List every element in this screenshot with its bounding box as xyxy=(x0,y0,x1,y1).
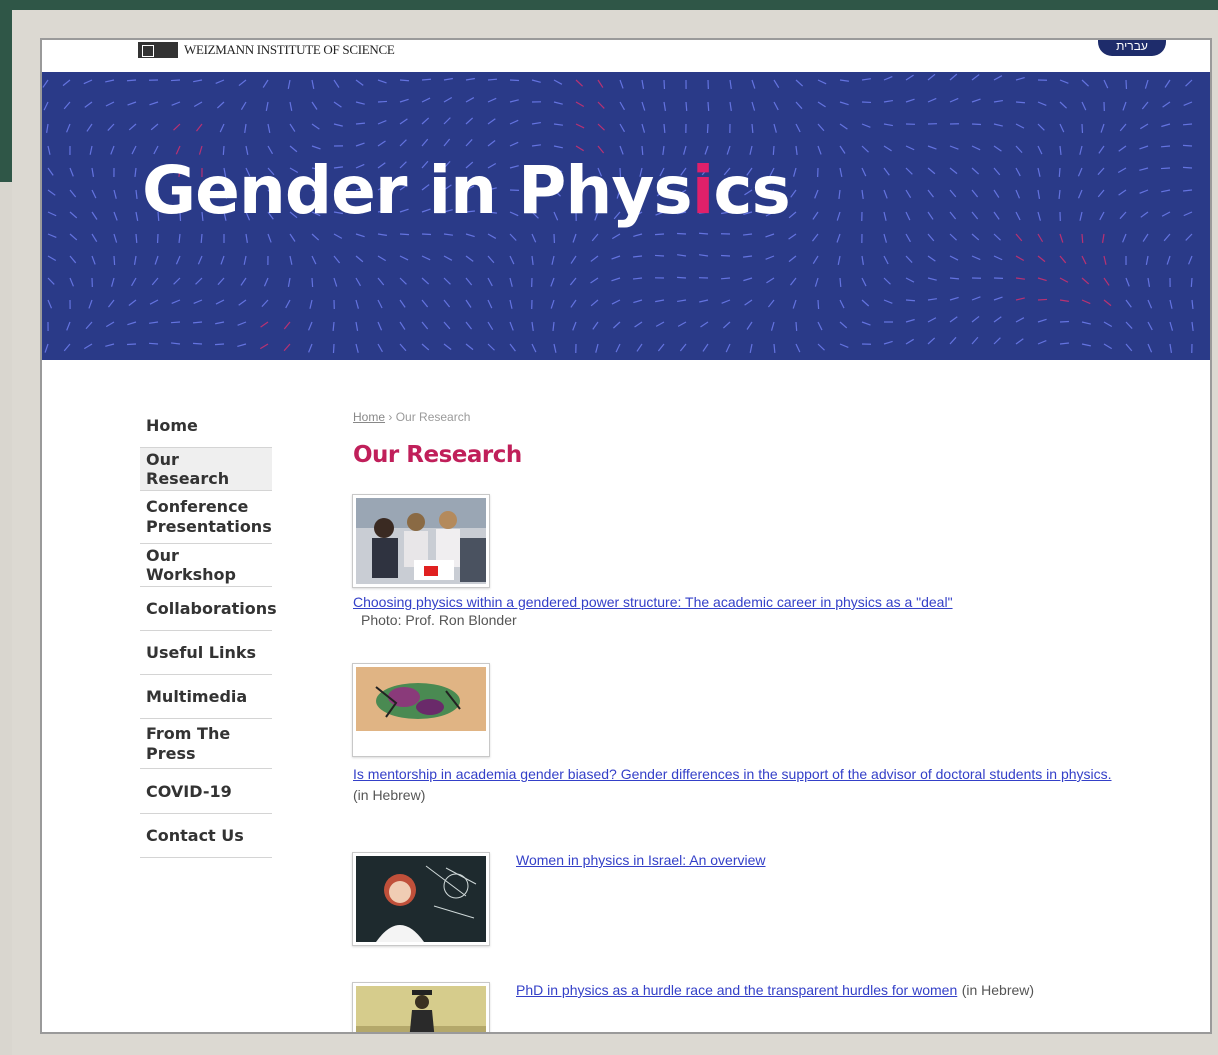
sidebar-item-label: COVID-19 xyxy=(146,781,232,801)
sidebar-item-our-workshop[interactable]: Our Workshop xyxy=(140,544,272,587)
research-caption-2: (in Hebrew) xyxy=(353,787,426,803)
research-item-3-text: Women in physics in Israel: An overview xyxy=(516,852,766,870)
research-caption-1: Photo: Prof. Ron Blonder xyxy=(361,612,517,628)
page-title: Our Research xyxy=(353,442,522,468)
sidebar-item-multimedia[interactable]: Multimedia xyxy=(140,675,272,719)
lab-students-image xyxy=(356,498,486,584)
artwork-image xyxy=(356,667,486,753)
sidebar-item-our-research[interactable]: Our Research xyxy=(140,448,272,491)
breadcrumb-separator: › xyxy=(388,410,393,424)
research-thumbnail-2[interactable] xyxy=(352,663,490,757)
research-link-3[interactable]: Women in physics in Israel: An overview xyxy=(516,852,766,868)
research-item-1-text: Choosing physics within a gendered power… xyxy=(353,594,1153,630)
woman-chalkboard-image xyxy=(356,856,486,942)
breadcrumb-home-link[interactable]: Home xyxy=(353,410,385,424)
sidebar-item-label: Collaborations xyxy=(146,599,277,618)
sidebar-item-label: Multimedia xyxy=(146,687,248,706)
sidebar-item-collaborations[interactable]: Collaborations xyxy=(140,587,277,631)
title-accent-letter: i xyxy=(691,152,715,229)
research-suffix-4: (in Hebrew) xyxy=(961,982,1035,998)
main-content: Home › Our Research Our Research xyxy=(353,410,1173,468)
title-part-1: Gender in Phys xyxy=(142,152,693,229)
sidebar-item-label: Home xyxy=(146,416,198,435)
logo-icon xyxy=(138,42,178,58)
sidebar-item-home[interactable]: Home xyxy=(140,404,272,448)
sidebar-item-contact-us[interactable]: Contact Us xyxy=(140,814,272,858)
title-part-2: cs xyxy=(713,152,790,229)
sidebar-item-label: Our Research xyxy=(146,450,230,488)
language-button[interactable]: עברית xyxy=(1098,40,1166,56)
sidebar-nav: Home Our Research Conference Presentatio… xyxy=(140,404,277,858)
graduate-image xyxy=(356,986,486,1032)
research-item-2-text: Is mentorship in academia gender biased?… xyxy=(353,764,1153,806)
site-title[interactable]: Gender in Physics xyxy=(142,152,791,229)
sidebar-item-conference-presentations[interactable]: Conference Presentations xyxy=(140,491,272,544)
sidebar-item-label: Our Workshop xyxy=(146,546,236,584)
research-link-2[interactable]: Is mentorship in academia gender biased?… xyxy=(353,766,1112,782)
institute-logo[interactable]: WEIZMANN INSTITUTE OF SCIENCE xyxy=(138,40,395,60)
sidebar-item-covid-19[interactable]: COVID-19 xyxy=(140,769,272,814)
top-bar: WEIZMANN INSTITUTE OF SCIENCE עברית xyxy=(42,40,1210,72)
research-item-4-text: PhD in physics as a hurdle race and the … xyxy=(516,982,1034,1000)
breadcrumb: Home › Our Research xyxy=(353,410,1173,424)
breadcrumb-current: Our Research xyxy=(395,410,471,424)
hero-banner: Gender in Physics xyxy=(42,72,1210,360)
sidebar-item-label: Useful Links xyxy=(146,643,257,662)
research-thumbnail-4[interactable] xyxy=(352,982,490,1032)
sidebar-item-label: Conference Presentations xyxy=(146,497,272,536)
page-frame: WEIZMANN INSTITUTE OF SCIENCE עברית Gend… xyxy=(40,38,1212,1034)
research-thumbnail-1[interactable] xyxy=(352,494,490,588)
sidebar-item-label: Contact Us xyxy=(146,826,244,845)
sidebar-item-from-the-press[interactable]: From The Press xyxy=(140,719,272,769)
research-link-4[interactable]: PhD in physics as a hurdle race and the … xyxy=(516,982,957,998)
research-thumbnail-3[interactable] xyxy=(352,852,490,946)
logo-text: WEIZMANN INSTITUTE OF SCIENCE xyxy=(184,42,395,57)
sidebar-item-label: From The Press xyxy=(146,723,231,763)
research-link-1[interactable]: Choosing physics within a gendered power… xyxy=(353,594,953,610)
sidebar-item-useful-links[interactable]: Useful Links xyxy=(140,631,272,675)
